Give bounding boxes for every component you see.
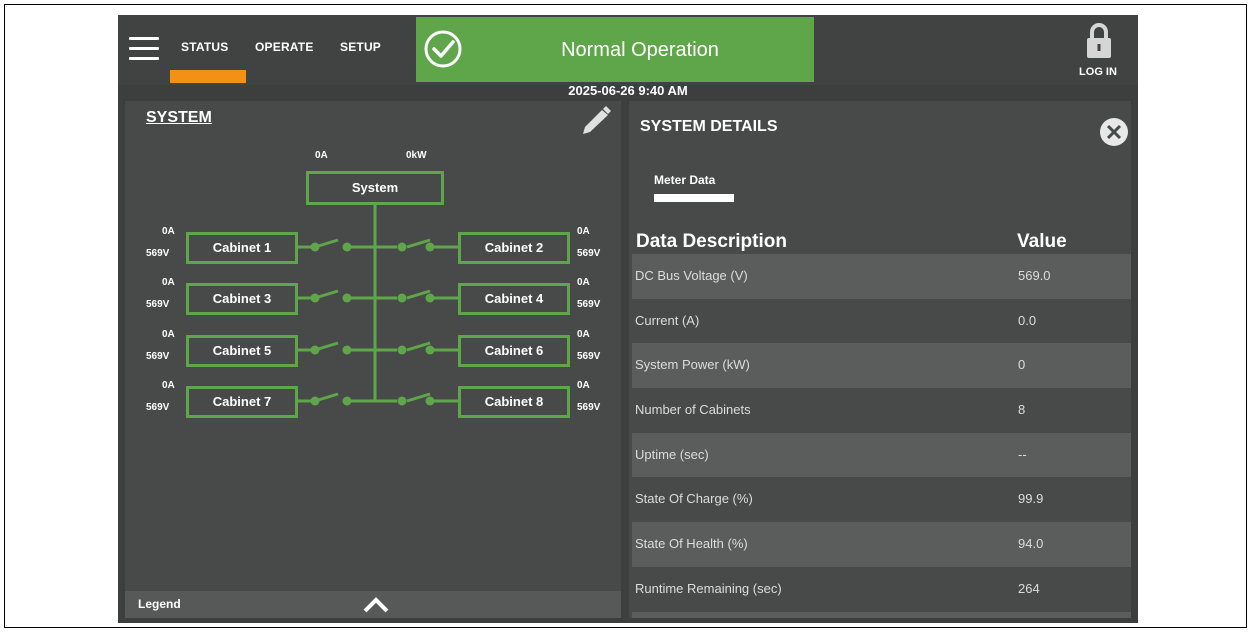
row-description: State Of Charge (%)	[635, 491, 753, 507]
row-value: --	[1018, 446, 1027, 462]
cabinet-8-node[interactable]: Cabinet 8	[458, 386, 570, 418]
cabinet-6-node[interactable]: Cabinet 6	[458, 335, 570, 367]
legend-label: Legend	[138, 597, 181, 611]
chevron-up-icon[interactable]	[363, 597, 389, 613]
column-header-description: Data Description	[636, 231, 787, 252]
cabinet-4-node[interactable]: Cabinet 4	[458, 283, 570, 315]
system-node[interactable]: System	[306, 171, 444, 205]
tab-meter-data[interactable]: Meter Data	[654, 173, 715, 187]
top-bar: STATUS OPERATE SETUP Normal Operation LO…	[118, 15, 1138, 85]
tab-underline	[654, 194, 734, 202]
close-icon[interactable]	[1099, 117, 1129, 147]
status-banner: Normal Operation	[416, 17, 814, 82]
table-row: Runtime Remaining (sec) 264	[632, 567, 1131, 612]
row-value: 0	[1018, 357, 1026, 373]
cabinet-2-node[interactable]: Cabinet 2	[458, 232, 570, 264]
row-value: 8	[1018, 402, 1026, 418]
cabinet-3-current: 0A	[162, 277, 175, 288]
cabinet-5-node[interactable]: Cabinet 5	[186, 335, 298, 367]
system-details-panel: SYSTEM DETAILS Meter Data Data Descripti…	[629, 101, 1131, 618]
table-row: Current (A) 0.0	[632, 299, 1131, 344]
nav-status[interactable]: STATUS	[181, 40, 228, 54]
cabinet-6-current: 0A	[577, 329, 590, 340]
cabinet-5-current: 0A	[162, 329, 175, 340]
row-description: Runtime Remaining (sec)	[635, 580, 782, 596]
row-description: DC Bus Voltage (V)	[635, 268, 748, 283]
app-window: STATUS OPERATE SETUP Normal Operation LO…	[118, 15, 1138, 623]
row-value: 0.0	[1018, 312, 1037, 328]
cabinet-7-voltage: 569V	[146, 402, 170, 413]
cabinet-8-voltage: 569V	[577, 402, 601, 413]
cabinet-3-node[interactable]: Cabinet 3	[186, 283, 298, 315]
cabinet-8-current: 0A	[577, 380, 590, 391]
cabinet-1-voltage: 569V	[146, 248, 170, 259]
cabinet-4-current: 0A	[577, 277, 590, 288]
active-tab-indicator	[170, 70, 246, 83]
row-value: 99.9	[1018, 491, 1044, 507]
row-description: System Power (kW)	[635, 357, 750, 373]
legend-bar[interactable]: Legend	[125, 591, 621, 618]
cabinet-7-current: 0A	[162, 380, 175, 391]
system-current: 0A	[315, 150, 328, 161]
row-description: Current (A)	[635, 312, 700, 328]
table-row: State Of Charge (%) 99.9	[632, 477, 1131, 522]
cabinet-2-voltage: 569V	[577, 248, 601, 259]
row-description: Number of Cabinets	[635, 402, 751, 418]
status-text: Normal Operation	[561, 39, 719, 61]
table-row: Uptime (sec) --	[632, 432, 1131, 478]
details-title: SYSTEM DETAILS	[640, 118, 778, 135]
cabinet-5-voltage: 569V	[146, 351, 170, 362]
row-value: 264	[1018, 580, 1040, 596]
timestamp: 2025-06-26 9:40 AM	[568, 83, 688, 98]
nav-operate[interactable]: OPERATE	[255, 40, 314, 54]
lock-icon	[1087, 23, 1111, 58]
cabinet-3-voltage: 569V	[146, 299, 170, 310]
row-description: State Of Health (%)	[635, 536, 748, 552]
cabinet-1-node[interactable]: Cabinet 1	[186, 232, 298, 264]
row-description: Uptime (sec)	[635, 446, 709, 462]
login-button[interactable]: LOG IN	[1068, 21, 1128, 81]
table-row: Number of Cabinets 8	[632, 388, 1131, 433]
check-circle-icon	[424, 30, 462, 68]
table-row: State Of Health (%) 94.0	[632, 522, 1131, 567]
system-power: 0kW	[406, 150, 427, 161]
cabinet-4-voltage: 569V	[577, 299, 601, 310]
system-panel: SYSTEM 0A 0kW System 0A 569V Cabinet 1 0…	[125, 101, 621, 618]
table-row: DC Bus Voltage (V) 569.0	[632, 254, 1131, 299]
row-value: 94.0	[1018, 536, 1044, 552]
cabinet-2-current: 0A	[577, 226, 590, 237]
cabinet-1-current: 0A	[162, 226, 175, 237]
column-header-value: Value	[1017, 231, 1067, 252]
login-label: LOG IN	[1079, 66, 1117, 78]
table-row	[632, 611, 1131, 618]
meter-data-table: DC Bus Voltage (V) 569.0 Current (A) 0.0 S…	[632, 254, 1131, 618]
row-value: 569.0	[1018, 268, 1051, 283]
cabinet-6-voltage: 569V	[577, 351, 601, 362]
table-row: System Power (kW) 0	[632, 343, 1131, 389]
nav-setup[interactable]: SETUP	[340, 40, 381, 54]
hamburger-menu-icon[interactable]	[129, 37, 159, 60]
cabinet-7-node[interactable]: Cabinet 7	[186, 386, 298, 418]
